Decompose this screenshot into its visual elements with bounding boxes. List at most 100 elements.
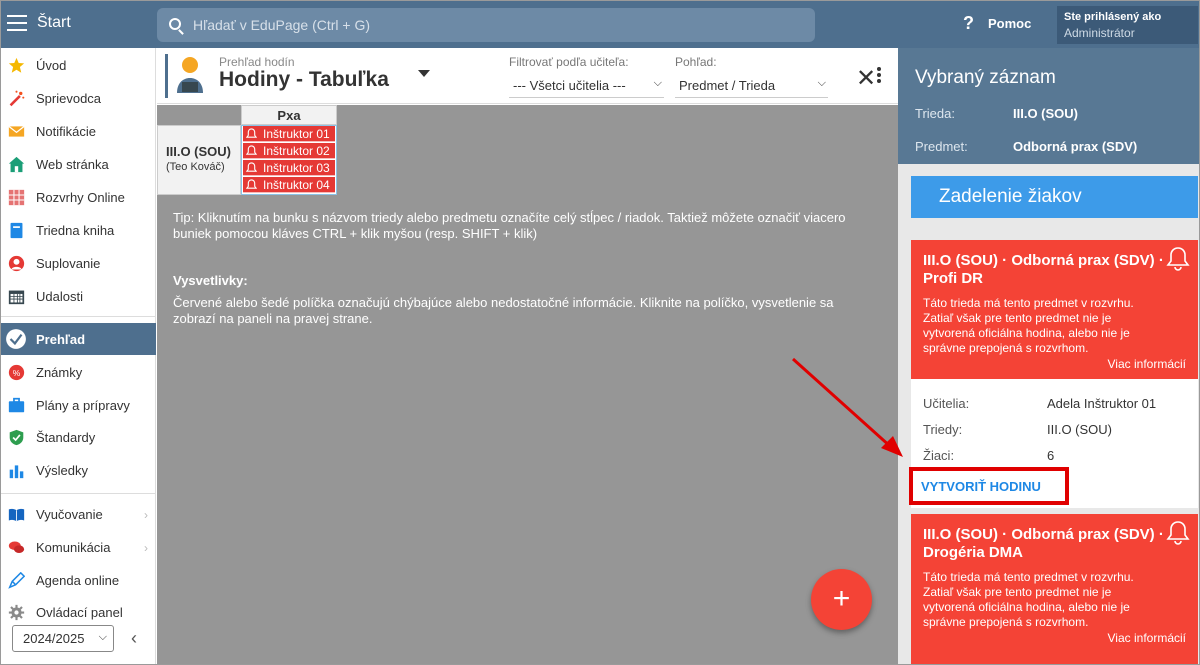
sidebar-item-vyucovanie[interactable]: Vyučovanie › (1, 498, 156, 531)
column-header[interactable]: Pxa (241, 105, 337, 125)
view-value: Predmet / Trieda (679, 78, 776, 93)
grid-icon (8, 189, 25, 206)
avatar-icon (177, 57, 203, 93)
lesson-cell-label: Inštruktor 04 (263, 178, 330, 192)
search-icon (169, 18, 181, 30)
sidebar-item-vysledky[interactable]: Výsledky (1, 454, 156, 487)
sidebar-item-suplovanie[interactable]: Suplovanie (1, 247, 156, 280)
classes-value: III.O (SOU) (1047, 422, 1112, 437)
lesson-cell[interactable]: Inštruktor 02 (243, 143, 335, 159)
more-info-link[interactable]: Viac informácií (923, 631, 1186, 645)
view-select[interactable]: Predmet / Trieda ⌵ (675, 76, 828, 98)
record-details: Učitelia: Adela Inštruktor 01 Triedy: II… (909, 379, 1198, 508)
sidebar-item-label: Web stránka (36, 157, 109, 172)
school-year-value: 2024/2025 (23, 631, 85, 646)
user-account-box[interactable]: Ste prihlásený ako Administrátor (1057, 6, 1198, 44)
sidebar-item-triedna-kniha[interactable]: Triedna kniha (1, 214, 156, 247)
search-input[interactable]: Hľadať v EduPage (Ctrl + G) (157, 8, 815, 42)
teachers-value: Adela Inštruktor 01 (1047, 396, 1157, 411)
user-name: Administrátor (1064, 26, 1135, 40)
teachers-key: Učitelia: (923, 396, 970, 411)
chevron-down-icon: ⌵ (98, 631, 107, 643)
sidebar-item-notifikacie[interactable]: Notifikácie (1, 115, 156, 148)
subject-value: Odborná prax (SDV) (1013, 139, 1138, 154)
hamburger-menu-icon[interactable] (7, 15, 27, 33)
sidebar-item-udalosti[interactable]: Udalosti (1, 280, 156, 313)
warning-title: III.O (SOU) · Odborná prax (SDV) · Profi… (923, 252, 1164, 287)
record-card: III.O (SOU) · Odborná prax (SDV) · Profi… (909, 240, 1198, 508)
sidebar-item-label: Sprievodca (36, 91, 102, 106)
bar-chart-icon (9, 465, 24, 479)
detail-panel: Vybraný záznam Trieda: III.O (SOU) Predm… (898, 48, 1199, 664)
sidebar-divider (1, 493, 156, 494)
chevron-right-icon: › (144, 508, 148, 522)
sidebar-item-label: Triedna kniha (36, 223, 115, 238)
students-key: Žiaci: (923, 448, 955, 463)
help-icon[interactable]: ? (963, 13, 974, 34)
table-cell[interactable]: Inštruktor 01 Inštruktor 02 Inštruktor 0… (241, 125, 337, 195)
teacher-filter-select[interactable]: --- Všetci učitelia --- ⌵ (509, 76, 664, 98)
app-window: Štart Hľadať v EduPage (Ctrl + G) ? Pomo… (0, 0, 1200, 665)
lesson-cell[interactable]: Inštruktor 04 (243, 177, 335, 193)
start-link[interactable]: Štart (37, 14, 71, 32)
login-caption: Ste prihlásený ako (1064, 11, 1162, 23)
subject-key: Predmet: (915, 139, 968, 154)
sidebar-item-uvod[interactable]: Úvod (1, 49, 156, 82)
sidebar-item-label: Udalosti (36, 289, 83, 304)
sidebar-item-prehlad[interactable]: Prehľad (1, 323, 156, 355)
top-bar: Štart Hľadať v EduPage (Ctrl + G) ? Pomo… (1, 1, 1199, 48)
sidebar-item-znamky[interactable]: % Známky (1, 356, 156, 389)
page-header: Prehľad hodín Hodiny - Tabuľka Filtrovať… (157, 48, 898, 104)
legend-title: Vysvetlivky: (173, 273, 248, 288)
sidebar-item-agenda-online[interactable]: Agenda online (1, 564, 156, 597)
help-link[interactable]: Pomoc (988, 16, 1031, 31)
create-lesson-button[interactable]: VYTVORIŤ HODINU (909, 467, 1069, 505)
lessons-table-area: Pxa III.O (SOU) (Teo Kováč) Inštruktor 0… (157, 105, 898, 664)
row-class-name: III.O (SOU) (166, 144, 231, 159)
sidebar-item-label: Úvod (36, 58, 67, 73)
add-button[interactable]: + (811, 569, 872, 630)
sidebar-item-sprievodca[interactable]: Sprievodca (1, 82, 156, 115)
bell-icon (246, 128, 257, 138)
sidebar-item-label: Notifikácie (36, 124, 96, 139)
chevron-down-icon: ⌵ (653, 77, 662, 89)
legend-text: Červené alebo šedé políčka označujú chýb… (173, 295, 834, 326)
bell-icon (246, 162, 257, 172)
warning-box: III.O (SOU) · Odborná prax (SDV) · Drogé… (911, 514, 1198, 664)
sidebar-item-label: Výsledky (36, 463, 89, 478)
grade-icon: % (8, 364, 25, 381)
lesson-cell[interactable]: Inštruktor 01 (243, 126, 335, 142)
search-placeholder: Hľadať v EduPage (Ctrl + G) (193, 17, 371, 33)
sidebar-item-rozvrhy-online[interactable]: Rozvrhy Online (1, 181, 156, 214)
bell-icon (246, 145, 257, 155)
calendar-icon (8, 290, 25, 305)
sidebar-item-label: Plány a prípravy (36, 398, 130, 413)
row-header[interactable]: III.O (SOU) (Teo Kováč) (157, 125, 241, 195)
sidebar-item-label: Rozvrhy Online (36, 190, 125, 205)
close-icon[interactable]: ✕ (856, 64, 876, 93)
sidebar-item-standardy[interactable]: Štandardy (1, 421, 156, 454)
title-dropdown-icon[interactable] (418, 70, 430, 77)
sidebar-item-label: Štandardy (36, 430, 96, 445)
page-title[interactable]: Hodiny - Tabuľka (219, 68, 389, 92)
collapse-sidebar-icon[interactable]: ‹ (131, 628, 137, 649)
sidebar-item-web-stranka[interactable]: Web stránka (1, 148, 156, 181)
more-options-icon[interactable] (877, 67, 881, 85)
sidebar-item-komunikacia[interactable]: Komunikácia › (1, 531, 156, 564)
assign-students-button[interactable]: Zadelenie žiakov (911, 176, 1198, 218)
lesson-cell[interactable]: Inštruktor 03 (243, 160, 335, 176)
lesson-cell-label: Inštruktor 02 (263, 144, 330, 158)
sidebar-item-plany-a-pripravy[interactable]: Plány a prípravy (1, 389, 156, 422)
sidebar-item-label: Prehľad (36, 332, 86, 347)
teacher-filter-label: Filtrovať podľa učiteľa: (509, 55, 629, 69)
sidebar-item-label: Komunikácia (36, 540, 111, 555)
more-info-link[interactable]: Viac informácií (923, 357, 1186, 371)
view-label: Pohľad: (675, 55, 717, 69)
sidebar-item-label: Vyučovanie (36, 507, 103, 522)
sidebar-item-label: Agenda online (36, 573, 120, 588)
teacher-filter-value: --- Všetci učitelia --- (513, 78, 626, 93)
check-icon (6, 329, 26, 349)
legend-block: Vysvetlivky: Červené alebo šedé políčka … (173, 273, 873, 327)
lesson-cell-label: Inštruktor 01 (263, 127, 330, 141)
school-year-select[interactable]: 2024/2025 ⌵ (12, 625, 114, 652)
